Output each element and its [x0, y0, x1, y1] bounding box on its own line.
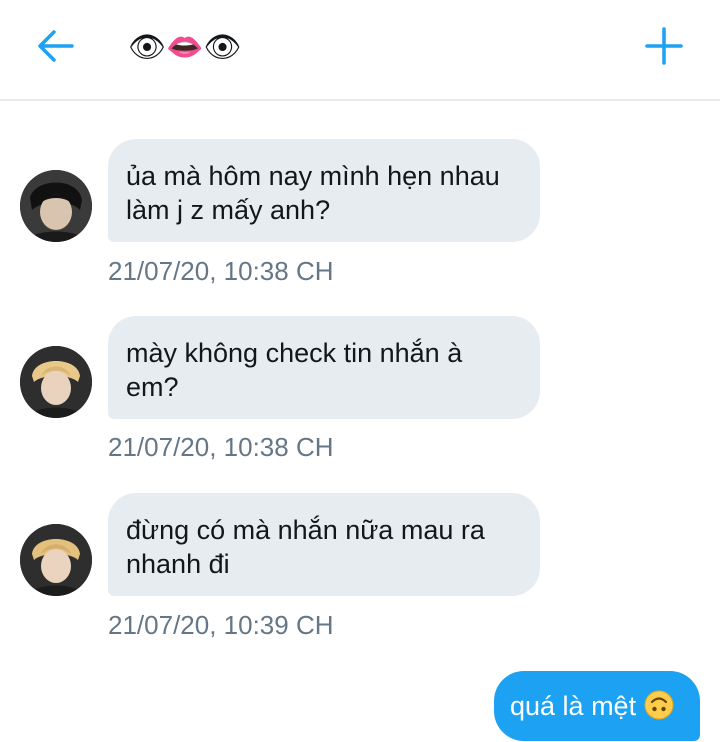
message-timestamp: 21/07/20, 10:39 CH	[108, 610, 334, 640]
add-button[interactable]	[644, 26, 684, 66]
message-text: đừng có mà nhắn nữa mau ra nhanh đi	[126, 515, 485, 579]
plus-icon	[645, 27, 683, 65]
arrow-left-icon	[38, 30, 74, 62]
message-text: mày không check tin nhắn à em?	[126, 338, 463, 402]
eye-icon: 👁	[128, 31, 167, 64]
eye-icon: 👁	[203, 31, 242, 64]
message-text: quá là mệt	[510, 691, 637, 721]
avatar[interactable]	[20, 170, 92, 242]
conversation-header: 👁👄👁	[0, 0, 720, 101]
message-text: ủa mà hôm nay mình hẹn nhau làm j z mấy …	[126, 161, 500, 225]
back-button[interactable]	[36, 28, 76, 64]
avatar-photo	[20, 346, 92, 418]
avatar[interactable]	[20, 524, 92, 596]
message-bubble[interactable]: mày không check tin nhắn à em?	[108, 316, 540, 419]
message-bubble[interactable]: đừng có mà nhắn nữa mau ra nhanh đi	[108, 493, 540, 596]
message-timestamp: 21/07/20, 10:38 CH	[108, 256, 334, 286]
avatar[interactable]	[20, 346, 92, 418]
upside-down-face-icon	[644, 690, 674, 720]
sent-message-bubble[interactable]: quá là mệt	[494, 671, 700, 741]
avatar-photo	[20, 170, 92, 242]
conversation-title[interactable]: 👁👄👁	[128, 30, 242, 65]
message-timestamp: 21/07/20, 10:38 CH	[108, 432, 334, 462]
avatar-photo	[20, 524, 92, 596]
lips-icon: 👄	[166, 31, 204, 64]
message-bubble[interactable]: ủa mà hôm nay mình hẹn nhau làm j z mấy …	[108, 139, 540, 242]
